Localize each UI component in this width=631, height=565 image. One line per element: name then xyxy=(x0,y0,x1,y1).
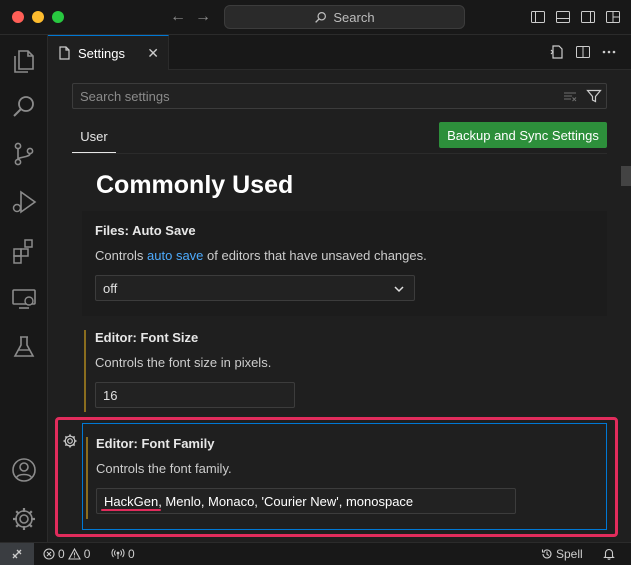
settings-editor: Search settings User Backup and Sync Set… xyxy=(48,70,631,542)
explorer-icon[interactable] xyxy=(10,47,38,75)
setting-title: Editor: Font Size xyxy=(95,330,199,345)
search-actions xyxy=(562,88,602,104)
toggle-panel-icon[interactable] xyxy=(555,9,571,25)
remote-explorer-icon[interactable] xyxy=(10,285,38,313)
title-bar: ← → Search xyxy=(0,0,631,35)
extensions-icon[interactable] xyxy=(10,237,38,265)
description-text: Controls xyxy=(95,248,148,263)
accounts-icon[interactable] xyxy=(10,456,38,484)
setting-description: Controls auto save of editors that have … xyxy=(95,248,594,263)
tab-label: Settings xyxy=(78,45,125,61)
file-icon xyxy=(59,46,70,60)
open-settings-json-icon[interactable] xyxy=(549,44,565,60)
backup-and-sync-button[interactable]: Backup and Sync Settings xyxy=(439,122,607,148)
close-window-button[interactable] xyxy=(12,11,24,23)
scrollbar-thumb[interactable] xyxy=(621,166,631,186)
setting-editor-font-family: Editor: Font Family Controls the font fa… xyxy=(82,423,607,530)
warning-icon xyxy=(67,548,81,560)
filter-icon[interactable] xyxy=(586,88,602,104)
auto-save-link[interactable]: auto save xyxy=(147,248,203,263)
section-title: Commonly Used xyxy=(96,171,294,199)
search-icon[interactable] xyxy=(10,93,38,121)
activity-bar xyxy=(0,35,48,542)
setting-description: Controls the font size in pixels. xyxy=(95,355,272,370)
testing-icon[interactable] xyxy=(10,333,38,361)
setting-files-auto-save: Files: Auto Save Controls auto save of e… xyxy=(82,211,607,316)
annotation-underline xyxy=(101,509,161,511)
setting-title: Files: Auto Save xyxy=(95,223,196,238)
maximize-window-button[interactable] xyxy=(52,11,64,23)
search-icon xyxy=(315,11,327,23)
description-text: of editors that have unsaved changes. xyxy=(203,248,427,263)
auto-save-select[interactable]: off xyxy=(95,275,415,301)
back-arrow-icon[interactable]: ← xyxy=(170,8,186,26)
warning-count: 0 xyxy=(83,547,91,561)
toggle-secondary-sidebar-icon[interactable] xyxy=(580,9,596,25)
more-actions-icon[interactable] xyxy=(601,44,617,60)
customize-layout-icon[interactable] xyxy=(605,9,621,25)
tab-settings[interactable]: Settings ✕ xyxy=(48,35,169,70)
toggle-primary-sidebar-icon[interactable] xyxy=(530,9,546,25)
status-bar: 0 0 0 Spell xyxy=(0,542,631,565)
spell-label: Spell xyxy=(556,547,583,561)
error-icon xyxy=(43,548,55,560)
search-input[interactable]: Search settings xyxy=(72,83,607,109)
notifications-button[interactable] xyxy=(603,547,615,560)
remote-icon xyxy=(12,549,22,559)
remote-indicator[interactable] xyxy=(0,543,34,565)
font-size-input[interactable]: 16 xyxy=(95,382,295,408)
editor-actions xyxy=(549,44,617,60)
clear-filter-icon[interactable] xyxy=(562,88,578,104)
ports-indicator[interactable]: 0 xyxy=(111,547,135,561)
selected-value: off xyxy=(103,281,118,296)
close-icon[interactable]: ✕ xyxy=(147,45,159,62)
input-value: 16 xyxy=(103,388,118,403)
broadcast-icon xyxy=(111,548,125,559)
forward-arrow-icon[interactable]: → xyxy=(195,8,211,26)
error-count: 0 xyxy=(58,547,65,561)
bell-icon xyxy=(603,548,615,560)
setting-editor-font-size: Editor: Font Size Controls the font size… xyxy=(82,318,607,426)
font-family-input[interactable]: HackGen, Menlo, Monaco, 'Courier New', m… xyxy=(96,488,516,514)
search-placeholder: Search settings xyxy=(80,89,170,104)
ports-count: 0 xyxy=(128,547,135,561)
chevron-down-icon xyxy=(394,286,404,293)
tab-user-scope[interactable]: User xyxy=(72,129,116,153)
gear-icon[interactable] xyxy=(62,433,78,449)
setting-title: Editor: Font Family xyxy=(96,436,215,451)
layout-controls xyxy=(530,9,621,25)
tab-bar: Settings ✕ xyxy=(48,35,631,70)
source-control-icon[interactable] xyxy=(10,140,38,168)
problems-indicator[interactable]: 0 0 xyxy=(43,547,90,561)
input-value: HackGen, Menlo, Monaco, 'Courier New', m… xyxy=(104,494,414,509)
minimize-window-button[interactable] xyxy=(32,11,44,23)
history-icon xyxy=(541,549,552,559)
spell-checker-status[interactable]: Spell xyxy=(541,547,583,561)
user-scope-label: User xyxy=(80,129,108,144)
setting-description: Controls the font family. xyxy=(96,461,232,476)
command-center-search[interactable]: Search xyxy=(224,5,465,29)
manage-gear-icon[interactable] xyxy=(10,505,38,533)
scrollbar[interactable] xyxy=(621,154,631,542)
run-and-debug-icon[interactable] xyxy=(10,188,38,216)
scope-divider xyxy=(72,153,607,154)
split-editor-icon[interactable] xyxy=(575,44,591,60)
command-center-label: Search xyxy=(333,9,375,25)
